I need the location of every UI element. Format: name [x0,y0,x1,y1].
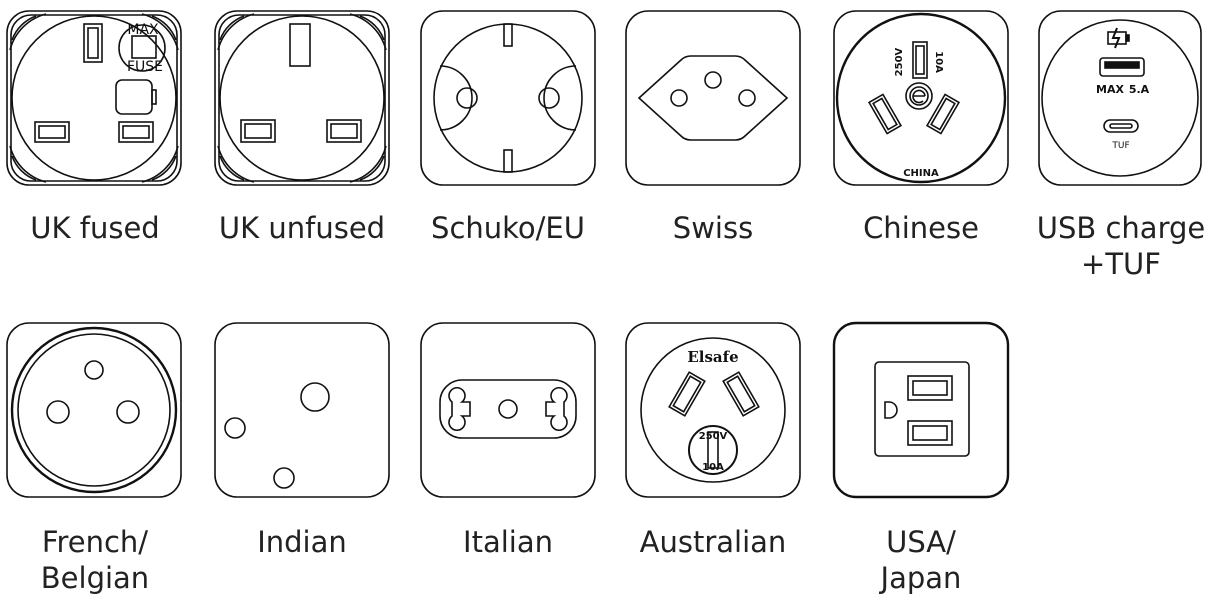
fuse-text: FUSE [127,59,163,75]
socket-tile-uk-fused: MAX FUSE [6,10,182,186]
usb-charge-socket-icon: MAX 5.A TUF [1038,10,1202,186]
usa-japan-socket-icon [832,321,1010,499]
australian-socket-icon: Elsafe 250V 10A [625,322,801,498]
chinese-volt-text: 250V [894,47,905,76]
socket-tile-indian [214,322,390,498]
usb-amp-text: 5.A [1129,83,1150,96]
indian-socket-icon [214,322,390,498]
socket-label-italian: Italian [463,525,553,559]
socket-tile-usb: MAX 5.A TUF [1038,10,1202,186]
lightning-icon [1107,27,1130,49]
socket-label-indian: Indian [257,525,347,559]
socket-tile-usa [832,321,1010,499]
chinese-country-text: CHINA [903,168,939,179]
italian-socket-icon [420,322,596,498]
socket-label-swiss: Swiss [672,211,754,245]
uk-fused-socket-icon: MAX FUSE [6,10,182,186]
socket-label-uk-unfused: UK unfused [218,211,386,245]
chinese-amp-text: 10A [933,51,944,73]
uk-unfused-socket-icon [214,10,390,186]
socket-label-schuko: Schuko/EU [431,211,585,245]
socket-label-australian: Australian [639,525,787,559]
socket-tile-french [6,322,182,498]
socket-label-usa: USA/ Japan [880,525,962,595]
socket-label-chinese: Chinese [863,211,979,245]
usb-tuf-text: TUF [1111,141,1129,151]
socket-tile-italian [420,322,596,498]
australian-brand-text: Elsafe [687,348,738,366]
schuko-socket-icon [420,10,596,186]
socket-tile-chinese: 250V 10A CHINA [833,10,1009,186]
socket-tile-uk-unfused [214,10,390,186]
socket-tile-schuko [420,10,596,186]
socket-label-uk-fused: UK fused [30,211,160,245]
chinese-socket-icon: 250V 10A CHINA [833,10,1009,186]
socket-tile-swiss [625,10,801,186]
usb-max-text: MAX [1096,83,1124,96]
australian-amp-text: 10A [702,462,724,473]
swiss-socket-icon [625,10,801,186]
socket-label-french: French/ Belgian [40,525,150,595]
socket-label-usb: USB charge +TUF [1036,211,1206,281]
socket-tile-australian: Elsafe 250V 10A [625,322,801,498]
french-belgian-socket-icon [6,322,182,498]
australian-volt-text: 250V [699,431,728,442]
fuse-max-text: MAX [127,22,159,38]
